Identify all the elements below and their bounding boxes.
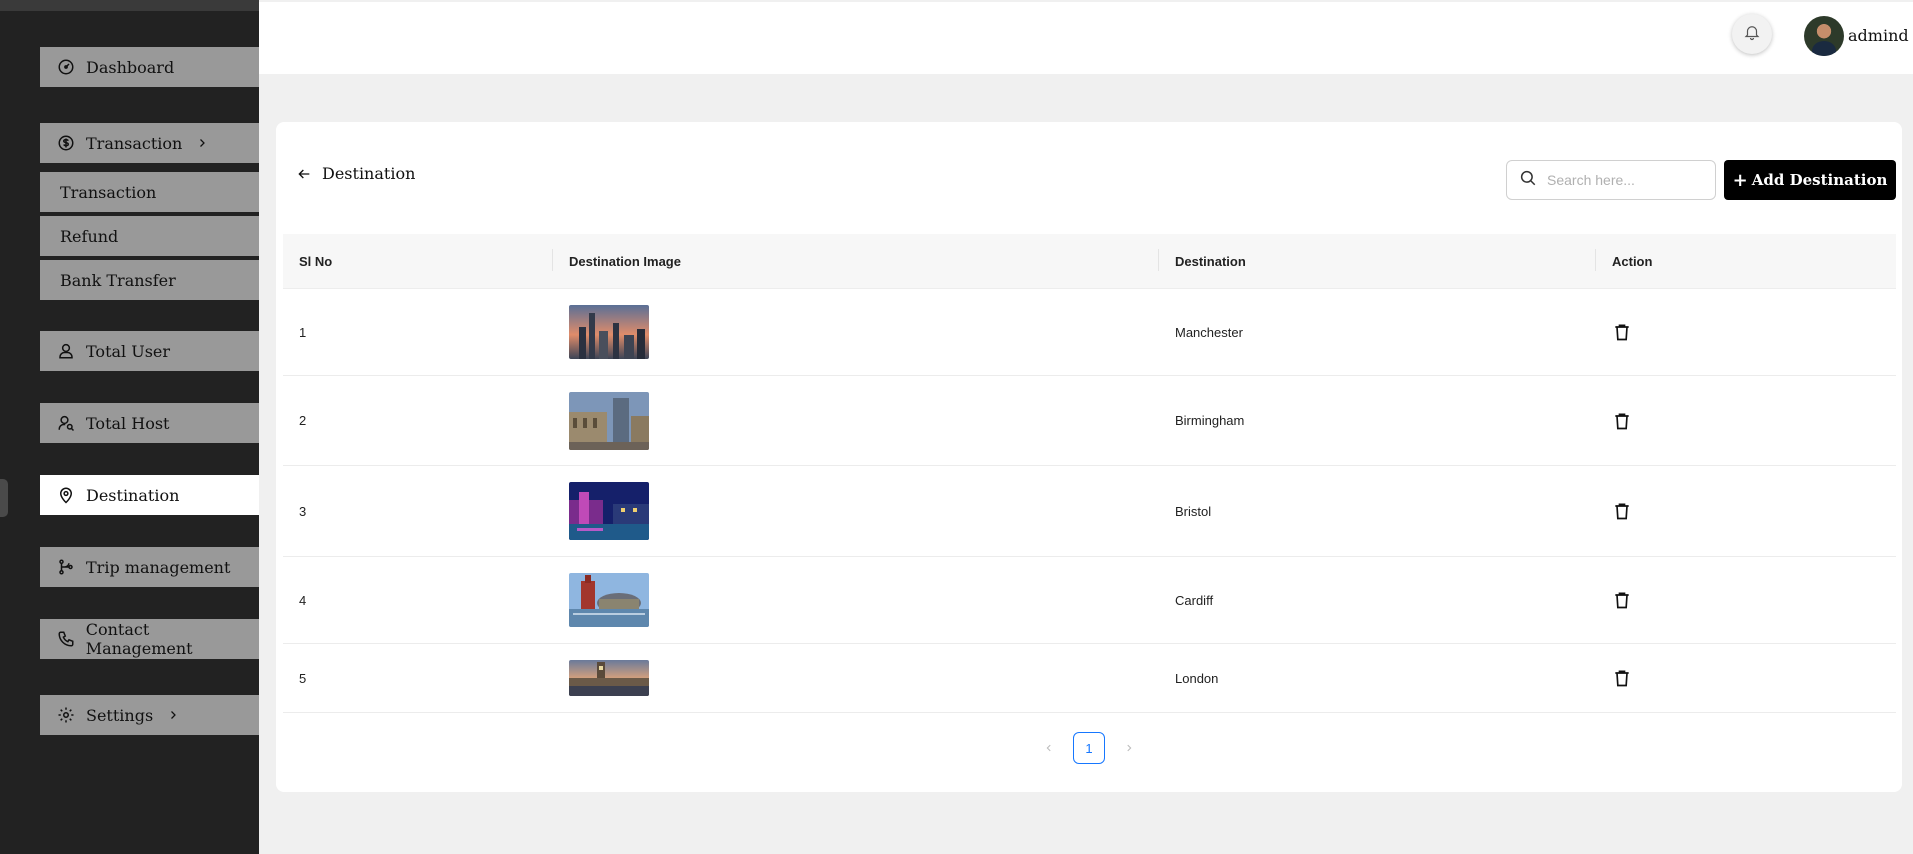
page-title: Destination xyxy=(322,164,416,183)
destination-image xyxy=(569,289,649,375)
sidebar-subitem-transaction[interactable]: Transaction xyxy=(40,172,259,212)
column-divider xyxy=(552,249,553,271)
sidebar-item-total-host[interactable]: Total Host xyxy=(40,403,259,443)
table-row: 2 Birmingham xyxy=(283,376,1896,466)
table-row: 5 London xyxy=(283,644,1896,713)
trash-icon xyxy=(1615,503,1629,520)
sidebar-item-destination[interactable]: Destination xyxy=(40,475,259,515)
destination-image xyxy=(569,557,649,643)
table-row: 1 Manchester xyxy=(283,289,1896,376)
back-link[interactable]: Destination xyxy=(296,164,415,183)
sidebar-item-total-user[interactable]: Total User xyxy=(40,331,259,371)
route-icon xyxy=(56,557,76,577)
sidebar-item-label: Refund xyxy=(60,226,119,246)
sidebar: Dashboard Transaction Transaction Refund… xyxy=(0,0,259,854)
chevron-right-icon xyxy=(1127,744,1132,752)
table-row: 3 Bristol xyxy=(283,466,1896,557)
map-pin-icon xyxy=(56,485,76,505)
sidebar-item-label: Trip management xyxy=(86,557,231,577)
trash-icon xyxy=(1615,413,1629,429)
search-box[interactable] xyxy=(1506,160,1716,200)
destination-image xyxy=(569,466,649,556)
column-divider xyxy=(1158,249,1159,271)
delete-button[interactable] xyxy=(1612,376,1632,465)
table-row: 4 Cardiff xyxy=(283,557,1896,644)
page-number[interactable]: 1 xyxy=(1073,732,1105,764)
sl-cell: 4 xyxy=(299,592,307,608)
london-image xyxy=(569,660,649,696)
notification-button[interactable] xyxy=(1732,14,1772,54)
user-search-icon xyxy=(56,413,76,433)
birmingham-image xyxy=(569,391,649,450)
manchester-image xyxy=(569,305,649,359)
next-page-button[interactable] xyxy=(1113,732,1145,764)
sidebar-topbar xyxy=(0,0,259,11)
destination-cell: Manchester xyxy=(1175,324,1243,340)
dollar-circle-icon xyxy=(56,133,76,153)
sl-cell: 2 xyxy=(299,413,307,428)
username[interactable]: admind xyxy=(1848,26,1909,45)
search-input[interactable] xyxy=(1545,171,1709,189)
sidebar-item-label: Total User xyxy=(86,341,171,361)
column-divider xyxy=(1595,249,1596,271)
delete-button[interactable] xyxy=(1612,557,1632,643)
sidebar-item-label: Destination xyxy=(86,485,180,505)
bristol-image xyxy=(569,482,649,540)
destination-cell: London xyxy=(1175,670,1219,686)
delete-button[interactable] xyxy=(1612,289,1632,375)
trash-icon xyxy=(1615,670,1629,687)
sidebar-item-label: Total Host xyxy=(86,413,170,433)
column-header: Action xyxy=(1612,253,1653,269)
sl-cell: 3 xyxy=(299,503,307,519)
sidebar-subitem-bank-transfer[interactable]: Bank Transfer xyxy=(40,260,259,300)
trash-icon xyxy=(1615,324,1629,341)
chevron-right-icon xyxy=(167,709,179,721)
arrow-left-icon xyxy=(296,166,312,182)
add-destination-label: Add Destination xyxy=(1751,171,1888,189)
column-header: Destination xyxy=(1175,253,1246,269)
column-header: Sl No xyxy=(299,253,333,269)
gear-icon xyxy=(56,705,76,725)
gauge-icon xyxy=(56,57,76,77)
active-marker xyxy=(0,479,8,517)
chevron-left-icon xyxy=(1046,744,1051,752)
delete-button[interactable] xyxy=(1612,466,1632,556)
sidebar-item-label: Settings xyxy=(86,705,154,725)
sidebar-item-label: Transaction xyxy=(86,133,183,153)
table-header: Sl No Destination Image Destination Acti… xyxy=(283,234,1896,289)
user-icon xyxy=(56,341,76,361)
avatar[interactable] xyxy=(1804,16,1844,56)
sidebar-item-dashboard[interactable]: Dashboard xyxy=(40,47,259,87)
chevron-right-icon xyxy=(196,137,208,149)
cardiff-image xyxy=(569,573,649,627)
sidebar-item-transaction[interactable]: Transaction xyxy=(40,123,259,163)
add-destination-button[interactable]: + Add Destination xyxy=(1724,160,1896,200)
destination-image xyxy=(569,644,649,712)
delete-button[interactable] xyxy=(1612,644,1632,712)
phone-icon xyxy=(56,629,76,649)
sl-cell: 5 xyxy=(299,670,307,686)
destination-cell: Birmingham xyxy=(1175,413,1245,428)
destination-image xyxy=(569,376,649,465)
prev-page-button[interactable] xyxy=(1033,732,1065,764)
top-header xyxy=(259,2,1913,74)
sidebar-subitem-refund[interactable]: Refund xyxy=(40,216,259,256)
sidebar-item-label: Transaction xyxy=(60,182,157,202)
destination-card: Destination + Add Destination Sl No Dest… xyxy=(276,122,1902,792)
sidebar-item-label: Bank Transfer xyxy=(60,270,176,290)
column-header: Destination Image xyxy=(569,253,681,269)
search-icon xyxy=(1519,169,1537,192)
sidebar-item-contact-management[interactable]: Contact Management xyxy=(40,619,259,659)
sidebar-item-label: Contact Management xyxy=(85,620,193,658)
sidebar-item-trip-management[interactable]: Trip management xyxy=(40,547,259,587)
sidebar-item-label: Dashboard xyxy=(86,57,175,77)
bell-icon xyxy=(1743,23,1761,46)
pagination: 1 xyxy=(276,732,1902,764)
destination-cell: Cardiff xyxy=(1175,592,1214,608)
destination-cell: Bristol xyxy=(1175,503,1212,519)
plus-icon: + xyxy=(1732,169,1748,191)
sl-cell: 1 xyxy=(299,324,307,340)
trash-icon xyxy=(1615,592,1629,609)
sidebar-item-settings[interactable]: Settings xyxy=(40,695,259,735)
